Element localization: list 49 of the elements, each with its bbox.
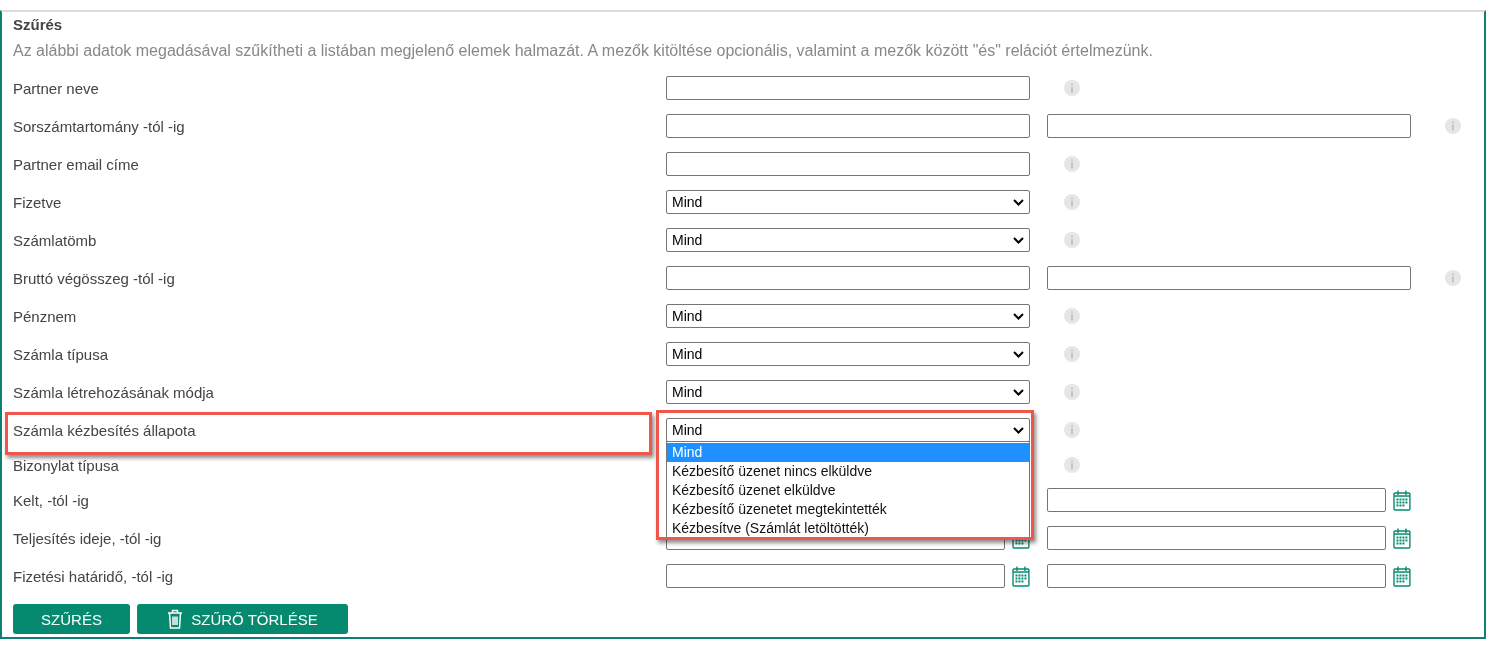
dropdown-option[interactable]: Kézbesítő üzenet elküldve xyxy=(667,481,1029,500)
date-input[interactable] xyxy=(1047,488,1387,512)
dropdown-select[interactable]: Mind xyxy=(666,190,1030,214)
dropdown-select[interactable]: Mind xyxy=(666,342,1030,366)
field-label: Teljesítés ideje, -tól -ig xyxy=(13,529,162,547)
field-label: Partner neve xyxy=(13,79,99,97)
field-label: Számla kézbesítés állapota xyxy=(13,421,196,439)
text-input[interactable] xyxy=(666,114,1030,138)
dropdown-option[interactable]: Kézbesítve (Számlát letöltötték) xyxy=(667,519,1029,538)
text-input[interactable] xyxy=(666,76,1030,100)
dropdown-option[interactable]: Kézbesítő üzenet nincs elküldve xyxy=(667,462,1029,481)
dropdown-select[interactable]: Mind xyxy=(666,380,1030,404)
text-input[interactable] xyxy=(1047,266,1411,290)
field-label: Pénznem xyxy=(13,307,77,325)
calendar-icon[interactable] xyxy=(1012,565,1030,587)
filter-button[interactable]: SZŰRÉS xyxy=(13,604,130,634)
date-input[interactable] xyxy=(1047,564,1387,588)
field-label: Partner email címe xyxy=(13,155,139,173)
field-label: Sorszámtartomány -tól -ig xyxy=(13,117,185,135)
field-label: Számla típusa xyxy=(13,345,109,363)
chevron-down-icon xyxy=(1013,426,1024,434)
text-input[interactable] xyxy=(666,152,1030,176)
dropdown-select[interactable]: Mind xyxy=(666,304,1030,328)
trash-icon xyxy=(167,609,184,629)
chevron-down-icon xyxy=(1013,198,1024,206)
text-input[interactable] xyxy=(1047,114,1411,138)
field-label: Fizetve xyxy=(13,193,62,211)
calendar-icon[interactable] xyxy=(1393,489,1411,511)
date-input[interactable] xyxy=(1047,526,1387,550)
field-label: Bruttó végösszeg -tól -ig xyxy=(13,269,175,287)
section-title: Szűrés xyxy=(13,15,64,35)
dropdown-select[interactable]: Mind xyxy=(666,418,1030,442)
date-input[interactable] xyxy=(666,564,1006,588)
field-label: Kelt, -tól -ig xyxy=(13,491,89,509)
field-label: Fizetési határidő, -tól -ig xyxy=(13,567,174,585)
chevron-down-icon xyxy=(1013,388,1024,396)
dropdown-select[interactable]: Mind xyxy=(666,228,1030,252)
field-label: Számlatömb xyxy=(13,231,97,249)
field-label: Számla létrehozásának módja xyxy=(13,383,214,401)
clear-filter-button[interactable]: SZŰRŐ TÖRLÉSE xyxy=(137,604,348,634)
chevron-down-icon xyxy=(1013,312,1024,320)
chevron-down-icon xyxy=(1013,236,1024,244)
calendar-icon[interactable] xyxy=(1393,527,1411,549)
text-input[interactable] xyxy=(666,266,1030,290)
field-label: Bizonylat típusa xyxy=(13,456,119,474)
dropdown-option[interactable]: Kézbesítő üzenetet megtekintették xyxy=(667,500,1029,519)
calendar-icon[interactable] xyxy=(1393,565,1411,587)
description-text: Az alábbi adatok megadásával szűkítheti a listában megjelenő elemek halmazát. A mezők kitöltése opcionális, valamint a mezők között "és" relációt értelmezünk. xyxy=(13,41,1154,61)
chevron-down-icon xyxy=(1013,350,1024,358)
